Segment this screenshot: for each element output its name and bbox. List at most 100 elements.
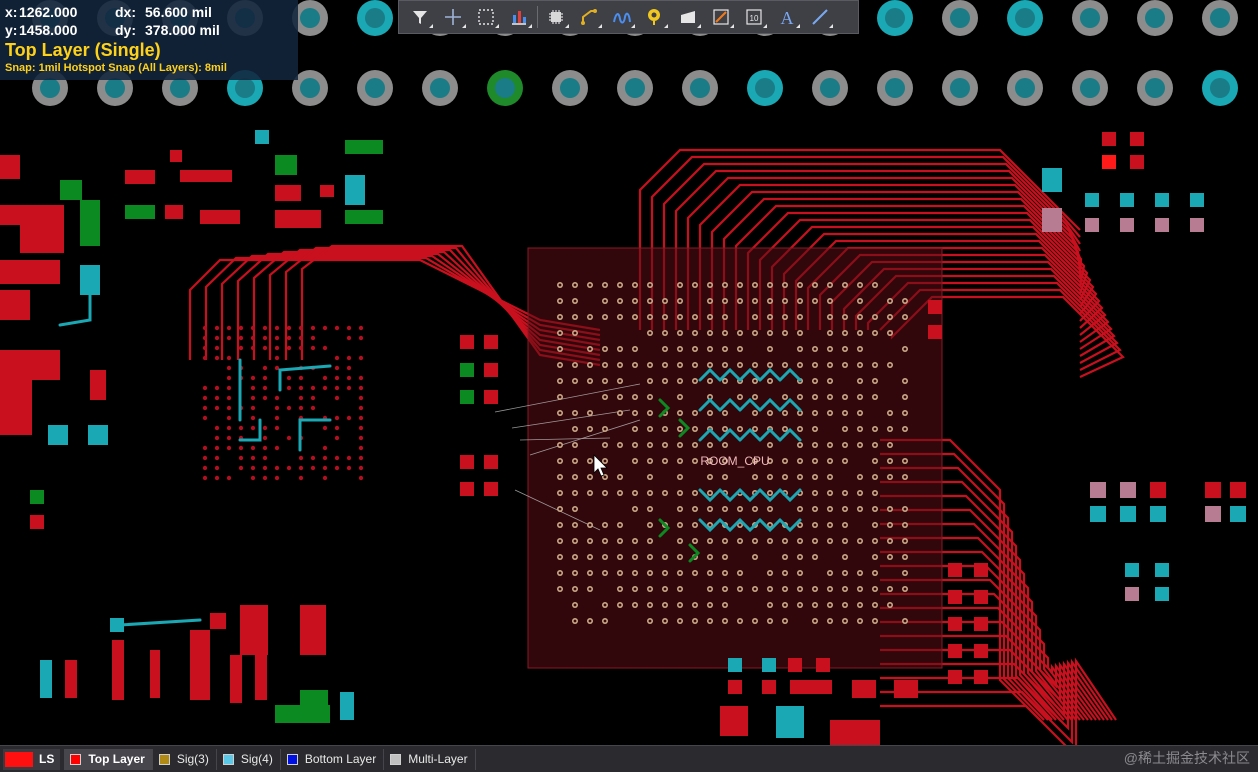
via-hole bbox=[588, 475, 592, 479]
via-hole bbox=[633, 443, 637, 447]
via-hole bbox=[753, 475, 757, 479]
via-hole bbox=[618, 491, 622, 495]
layer-color-swatch bbox=[70, 753, 82, 765]
dimension-button[interactable]: 10 bbox=[739, 3, 769, 31]
line-button[interactable] bbox=[805, 3, 835, 31]
via-hole bbox=[588, 283, 592, 287]
via-hole bbox=[693, 411, 697, 415]
via bbox=[238, 335, 244, 341]
via-hole bbox=[618, 539, 622, 543]
via-hole bbox=[588, 411, 592, 415]
via-hole bbox=[888, 555, 892, 559]
via-hole bbox=[678, 571, 682, 575]
via bbox=[214, 335, 220, 341]
via-hole bbox=[678, 459, 682, 463]
via-hole bbox=[888, 539, 892, 543]
via-hole bbox=[828, 283, 832, 287]
smd-pad bbox=[1230, 506, 1246, 522]
smd-pad bbox=[240, 605, 268, 655]
smd-pad bbox=[948, 644, 962, 658]
via-hole bbox=[723, 587, 727, 591]
via bbox=[298, 375, 304, 381]
via bbox=[310, 385, 316, 391]
via-hole bbox=[873, 523, 877, 527]
via-hole bbox=[783, 587, 787, 591]
line-icon bbox=[812, 9, 828, 25]
text-button[interactable]: A bbox=[772, 3, 802, 31]
smd-pad bbox=[728, 658, 742, 672]
via bbox=[226, 405, 232, 411]
via bbox=[262, 345, 268, 351]
smd-pad bbox=[1120, 506, 1136, 522]
via-hole bbox=[603, 571, 607, 575]
layer-set-button[interactable]: LS bbox=[3, 748, 61, 770]
via-hole bbox=[573, 523, 577, 527]
via bbox=[226, 435, 232, 441]
layer-tab-bottom-layer[interactable]: Bottom Layer bbox=[281, 748, 385, 770]
smd-pad bbox=[1190, 193, 1204, 207]
via bbox=[238, 445, 244, 451]
layer-tab-sig-4[interactable]: Sig(4) bbox=[217, 748, 281, 770]
align-button[interactable] bbox=[504, 3, 534, 31]
via-hole bbox=[798, 331, 802, 335]
smd-pad bbox=[974, 563, 988, 577]
layer-tab-multi-layer[interactable]: Multi-Layer bbox=[384, 748, 476, 770]
keepout-button[interactable] bbox=[706, 3, 736, 31]
layer-tab-sig-3[interactable]: Sig(3) bbox=[153, 748, 217, 770]
via bbox=[226, 365, 232, 371]
via-hole bbox=[708, 619, 712, 623]
smd-pad bbox=[974, 617, 988, 631]
layer-tab-label: Sig(3) bbox=[176, 752, 209, 766]
via bbox=[310, 345, 316, 351]
select-button[interactable] bbox=[471, 3, 501, 31]
smd-pad bbox=[60, 180, 82, 200]
via bbox=[286, 465, 292, 471]
polygon-button[interactable] bbox=[673, 3, 703, 31]
via-hole bbox=[783, 603, 787, 607]
via bbox=[286, 335, 292, 341]
via-hole bbox=[633, 539, 637, 543]
via bbox=[310, 335, 316, 341]
via-hole bbox=[813, 555, 817, 559]
smd-pad bbox=[0, 290, 30, 320]
layer-set-label: LS bbox=[39, 752, 55, 766]
via-hole bbox=[873, 331, 877, 335]
component-button[interactable] bbox=[541, 3, 571, 31]
via-hole bbox=[693, 491, 697, 495]
smd-pad bbox=[200, 210, 240, 224]
via-hole bbox=[843, 443, 847, 447]
via-button[interactable] bbox=[640, 3, 670, 31]
filter-button[interactable] bbox=[405, 3, 435, 31]
via bbox=[202, 445, 208, 451]
via-hole bbox=[783, 331, 787, 335]
cross-probe-icon bbox=[445, 9, 461, 25]
cross-probe-button[interactable] bbox=[438, 3, 468, 31]
via-hole bbox=[798, 315, 802, 319]
pcb-canvas[interactable]: ROOM_CPU bbox=[0, 0, 1258, 745]
y-label: y: bbox=[5, 22, 18, 38]
dx-label: dx: bbox=[115, 4, 136, 20]
via bbox=[346, 375, 352, 381]
interactive-route-icon bbox=[581, 9, 597, 25]
via-hole bbox=[723, 379, 727, 383]
via-hole bbox=[753, 283, 757, 287]
smd-pad bbox=[48, 425, 68, 445]
via bbox=[346, 365, 352, 371]
via-hole bbox=[828, 507, 832, 511]
via-hole bbox=[633, 587, 637, 591]
route-button[interactable] bbox=[574, 3, 604, 31]
via-hole bbox=[828, 331, 832, 335]
layer-tab-top-layer[interactable]: Top Layer bbox=[64, 748, 153, 770]
via-hole bbox=[678, 315, 682, 319]
via bbox=[226, 335, 232, 341]
via bbox=[358, 325, 364, 331]
via-hole bbox=[768, 379, 772, 383]
pad-hole bbox=[1210, 78, 1230, 98]
via bbox=[262, 465, 268, 471]
via-hole bbox=[678, 299, 682, 303]
smd-pad bbox=[80, 265, 100, 295]
via bbox=[274, 355, 280, 361]
via-hole bbox=[768, 539, 772, 543]
diff-pair-button[interactable] bbox=[607, 3, 637, 31]
smd-pad bbox=[1190, 218, 1204, 232]
